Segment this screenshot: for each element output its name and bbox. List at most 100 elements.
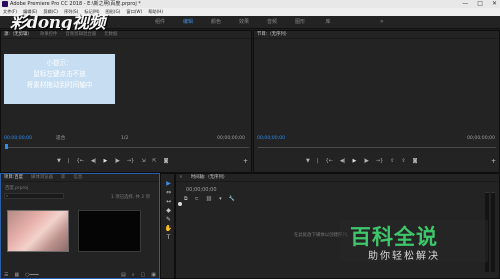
new-bin-icon[interactable]: ▢ [141,272,146,278]
workspace-bar: 彩dong视频 组件 编辑 颜色 效果 音频 图形 库 » [0,13,500,33]
media-thumbnail-video[interactable] [7,210,69,252]
workspace-more-button[interactable]: » [380,18,384,25]
search-icon: ⌕ [6,193,9,198]
menu-graphics[interactable]: 图形(G) [106,8,121,16]
cursor-icon [178,202,182,206]
export-frame-icon[interactable]: ◙ [413,158,418,164]
program-scrub-bar[interactable] [258,147,496,148]
project-file-name: 百度.prproj [5,186,29,191]
tab-media-browser[interactable]: 媒体浏览器 [31,174,53,181]
tip-title: 小提示： [46,59,73,67]
program-timecode-duration: 00;00;00;00 [467,136,496,141]
timeline-close-icon[interactable]: ✕ [179,174,183,181]
tab-audio-clip-mixer[interactable]: 音频剪辑混合器 [65,31,96,38]
pen-tool-icon[interactable]: ✎ [161,215,176,224]
razor-tool-icon[interactable]: ◆ [161,206,176,215]
track-select-tool-icon[interactable]: ⇔ [161,188,176,197]
premiere-app-icon [2,1,8,7]
extract-icon[interactable]: ⇪ [401,158,405,164]
tab-project[interactable]: 项目:百度 [4,174,23,181]
watermark-sub-text: 助你轻松解决 [368,251,440,262]
media-thumbnail-black[interactable] [78,210,141,252]
mark-out-icon[interactable]: | [317,158,319,164]
mark-in-icon[interactable]: ▼ [306,158,310,164]
audio-meter-right [491,192,495,272]
new-item-icon[interactable]: ▣ [151,272,156,278]
play-icon[interactable]: ▶ [352,158,356,164]
type-tool-icon[interactable]: T [161,233,176,242]
source-add-button-icon[interactable]: + [243,158,248,165]
tab-program[interactable]: 节目:（无序列） [257,31,289,38]
go-to-in-icon[interactable]: {← [326,158,333,164]
go-to-in-icon[interactable]: {← [77,158,84,164]
maximize-button[interactable]: □ [477,0,483,8]
tab-effect-controls[interactable]: 效果控件 [40,31,58,38]
program-add-button-icon[interactable]: + [491,158,496,165]
program-timecode-current[interactable]: 00;00;00;00 [257,135,285,141]
source-timecode-duration: 00;00;00;00 [217,136,246,141]
source-playhead[interactable] [5,144,8,149]
mark-out-icon[interactable]: | [68,158,70,164]
list-view-icon[interactable]: ☰ [4,272,8,278]
hand-tool-icon[interactable]: ✋ [161,224,176,233]
tab-source[interactable]: 源:（无剪辑） [4,31,32,38]
zoom-slider-icon[interactable]: ○━━━ [25,272,38,278]
close-button[interactable]: ✕ [492,0,497,8]
project-footer-controls: ☰ ▦ ○━━━ [4,272,39,278]
title-bar: Adobe Premiere Pro CC 2018 - E:\新之明\百度.p… [0,0,500,8]
step-forward-icon[interactable]: |▶ [363,158,369,164]
source-fit-dropdown[interactable]: 适合 [56,135,65,141]
watermark: 百科全说 助你轻松解决 [340,220,488,262]
source-timecode-current[interactable]: 00;00;00;00 [4,135,32,141]
workspace-tab-color[interactable]: 颜色 [202,18,230,27]
mark-in-icon[interactable]: ▼ [57,158,61,164]
timeline-timecode[interactable]: 00;00;00;00 [186,187,217,193]
menu-window[interactable]: 窗口(W) [126,8,142,16]
workspace-tab-libraries[interactable]: 库 [314,18,342,27]
snap-icon[interactable]: ⊂ [195,196,199,202]
project-items-count: 1 项已选择, 共 2 项 [111,195,150,200]
tip-line-1: 鼠标左键点击不放 [33,70,86,78]
selection-tool-icon[interactable]: ▶ [161,179,176,188]
go-to-out-icon[interactable]: →} [127,158,134,164]
tip-line-2: 将素材拖动到时间轴中 [26,81,93,89]
project-footer-actions: ▤ ⌕ ▢ ▣ [121,272,156,278]
workspace-tab-assembly[interactable]: 组件 [146,18,174,27]
minimize-button[interactable]: — [462,0,468,8]
automate-icon[interactable]: ▤ [121,272,126,278]
nest-icon[interactable]: ⧉ [184,196,188,202]
tab-libraries[interactable]: 库 [61,174,65,181]
project-search-input[interactable]: ⌕ [4,193,64,199]
timeline-settings-icon[interactable]: 🔧 [229,196,235,202]
workspace-tab-editing[interactable]: 编辑 [174,18,202,27]
program-transport-controls: ▼ | {← ◀| ▶ |▶ →} ⇧ ⇪ ◙ [306,158,417,164]
workspace-tab-graphics[interactable]: 图形 [286,18,314,27]
insert-icon[interactable]: ⇲ [141,158,145,164]
source-transport-controls: ▼ | {← ◀| ▶ |▶ →} ⇲ ⇱ ◙ [57,158,168,164]
tab-timeline[interactable]: 时间轴:（无序列） [191,174,228,181]
workspace-tab-effects[interactable]: 效果 [230,18,258,27]
find-icon[interactable]: ⌕ [132,272,135,278]
lift-icon[interactable]: ⇧ [390,158,394,164]
step-back-icon[interactable]: ◀| [340,158,346,164]
step-back-icon[interactable]: ◀| [91,158,97,164]
play-icon[interactable]: ▶ [103,158,107,164]
tab-info[interactable]: 信息 [73,174,82,181]
linked-selection-icon[interactable]: ⛓ [206,196,212,202]
source-page-indicator[interactable]: 1/2 [121,135,128,141]
workspace-tab-audio[interactable]: 音频 [258,18,286,27]
tools-panel: ▶ ⇔ ↔ ◆ ✎ ✋ T [160,173,175,279]
ripple-edit-tool-icon[interactable]: ↔ [161,197,176,206]
menu-help[interactable]: 帮助(H) [148,8,163,16]
add-marker-icon[interactable]: ▾ [219,196,222,202]
source-scrub-bar[interactable] [5,147,249,148]
export-frame-icon[interactable]: ◙ [164,158,169,164]
window-title: Adobe Premiere Pro CC 2018 - E:\新之明\百度.p… [10,1,141,7]
tab-metadata[interactable]: 元数据 [104,31,117,38]
go-to-out-icon[interactable]: →} [376,158,383,164]
tip-overlay: 小提示： 鼠标左键点击不放 将素材拖动到时间轴中 [4,54,115,104]
timeline-toolbar: ⧉ ⊂ ⛓ ▾ 🔧 [184,196,235,202]
overwrite-icon[interactable]: ⇱ [152,158,156,164]
icon-view-icon[interactable]: ▦ [14,272,19,278]
step-forward-icon[interactable]: |▶ [114,158,120,164]
